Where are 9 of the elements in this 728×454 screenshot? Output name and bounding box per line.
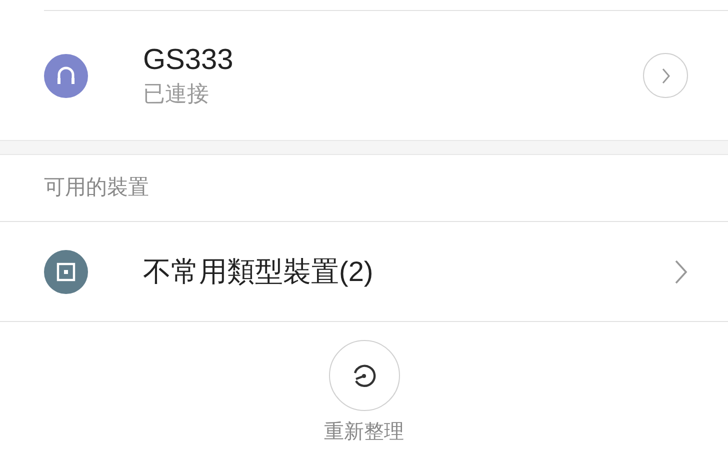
refresh-label: 重新整理 xyxy=(324,420,404,445)
device-name: 不常用類型裝置(2) xyxy=(143,254,374,289)
device-row[interactable]: 不常用類型裝置(2) xyxy=(0,222,728,322)
device-status: 已連接 xyxy=(143,80,210,108)
device-name: GS333 xyxy=(143,42,234,78)
refresh-button[interactable] xyxy=(328,340,400,411)
chevron-icon xyxy=(674,258,688,284)
section-header: 可用的裝置 xyxy=(44,175,149,202)
chevron-icon xyxy=(660,66,670,84)
